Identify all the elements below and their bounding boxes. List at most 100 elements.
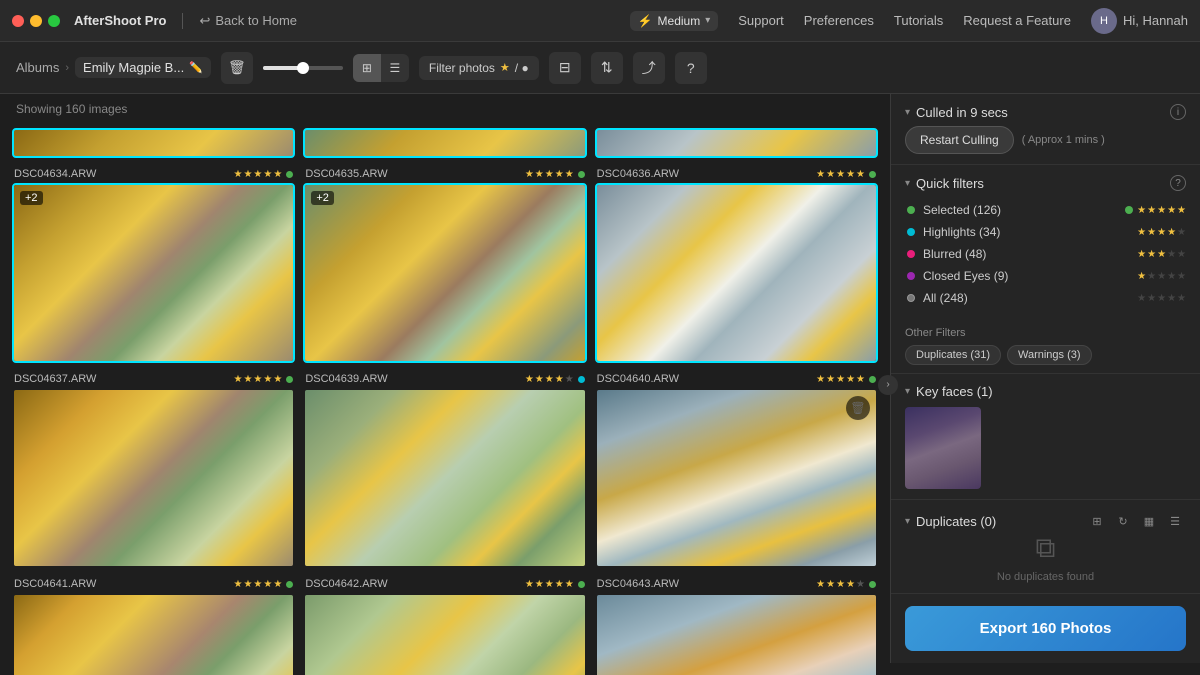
slider-thumb[interactable] [297,62,309,74]
quick-filters-header[interactable]: ▾ Quick filters ? [905,175,1186,191]
culled-section: ▾ Culled in 9 secs i Restart Culling ( A… [891,94,1200,165]
list-view-button[interactable]: ☰ [381,54,409,82]
duplicates-header[interactable]: ▾ Duplicates (0) ⊞ ↻ ▦ ☰ [905,510,1186,532]
photo-thumb-1[interactable]: +2 [12,183,295,363]
filter-blurred[interactable]: Blurred (48) ★★★★★ [905,243,1186,265]
photo-thumb-2[interactable]: +2 [303,183,586,363]
culled-header[interactable]: ▾ Culled in 9 secs i [905,104,1186,120]
photo-grid-container[interactable]: Showing 160 images DSC04634.ARW ★★★★★ [0,94,890,675]
restart-culling-button[interactable]: Restart Culling [905,126,1014,154]
support-link[interactable]: Support [738,13,784,28]
all-dot [907,294,915,302]
close-button[interactable] [12,15,24,27]
breadcrumb: Albums › Emily Magpie B... ✏️ [16,57,211,78]
filename-5: DSC04639.ARW [305,373,387,385]
back-button[interactable]: ↩ Back to Home [199,13,297,29]
panel-collapse-button[interactable]: › [878,375,898,395]
photo-thumb-4[interactable] [12,388,295,568]
album-name[interactable]: Emily Magpie B... ✏️ [75,57,211,78]
export-button[interactable]: Export 160 Photos [905,606,1186,651]
qf-chevron-icon: ▾ [905,178,910,189]
edit-icon[interactable]: ✏️ [189,61,203,74]
preferences-link[interactable]: Preferences [804,13,874,28]
list-item[interactable]: DSC04640.ARW ★★★★★ 🗑 [591,367,882,572]
photo-image-2: +2 [305,185,584,361]
dup-columns-icon[interactable]: ☰ [1164,510,1186,532]
duplicates-chevron-icon: ▾ [905,516,910,527]
culled-chevron-icon: ▾ [905,107,910,118]
selected-stars: ★★★★★ [1137,205,1186,216]
duplicates-title: Duplicates (0) [916,514,1080,529]
filter-selected[interactable]: Selected (126) ★★★★★ [905,199,1186,221]
filter-closed-eyes[interactable]: Closed Eyes (9) ★★★★★ [905,265,1186,287]
lightning-icon: ⚡ [638,14,653,28]
grid-view-button[interactable]: ⊞ [353,54,381,82]
filter-all[interactable]: All (248) ★★★★★ [905,287,1186,309]
dup-grid-icon[interactable]: ⊞ [1086,510,1108,532]
list-item[interactable]: DSC04642.ARW ★★★★★ [299,572,590,675]
quick-filters-help-icon[interactable]: ? [1170,175,1186,191]
photo-strip-2[interactable] [299,124,590,162]
list-item[interactable]: DSC04639.ARW ★★★★★ [299,367,590,572]
sort-button[interactable]: ⇅ [591,52,623,84]
request-feature-link[interactable]: Request a Feature [963,13,1071,28]
list-item[interactable]: DSC04643.ARW ★★★★★ [591,572,882,675]
face-thumbnail[interactable] [905,407,981,489]
list-item[interactable]: DSC04637.ARW ★★★★★ [8,367,299,572]
list-item[interactable]: DSC04641.ARW ★★★★★ [8,572,299,675]
list-item[interactable]: DSC04634.ARW ★★★★★ +2 [8,162,299,367]
traffic-lights [12,15,60,27]
blurred-stars: ★★★★★ [1137,249,1186,260]
duplicates-icons: ⊞ ↻ ▦ ☰ [1086,510,1186,532]
filename-8: DSC04642.ARW [305,578,387,590]
dup-placeholder-text: No duplicates found [997,571,1094,583]
photo-thumb-3[interactable] [595,183,878,363]
share-button[interactable]: ⤴ [633,52,665,84]
culled-title: Culled in 9 secs [916,105,1164,120]
other-filters-title: Other Filters [905,327,1186,339]
selection-dot-3 [869,171,876,178]
photo-strip-1[interactable] [8,124,299,162]
app-name: AfterShoot Pro [74,13,166,28]
duplicates-empty-state: ⧉ No duplicates found [905,532,1186,583]
titlebar: AfterShoot Pro ↩ Back to Home ⚡ Medium ▾… [0,0,1200,42]
help-button[interactable]: ? [675,52,707,84]
tutorials-link[interactable]: Tutorials [894,13,943,28]
photo-thumb-8[interactable] [303,593,586,675]
dup-list-icon[interactable]: ▦ [1138,510,1160,532]
photo-header-1: DSC04634.ARW ★★★★★ [12,166,295,183]
photo-thumb-5[interactable] [303,388,586,568]
filename-2: DSC04635.ARW [305,168,387,180]
photo-thumb-6[interactable]: 🗑 [595,388,878,568]
culled-info-icon[interactable]: i [1170,104,1186,120]
warnings-filter-tag[interactable]: Warnings (3) [1007,345,1092,365]
albums-breadcrumb[interactable]: Albums [16,60,59,75]
list-item[interactable]: DSC04635.ARW ★★★★★ +2 [299,162,590,367]
filter-photos-button[interactable]: Filter photos ★ / ● [419,56,539,80]
fullscreen-button[interactable] [48,15,60,27]
photo-image-9 [597,595,876,675]
photo-action-button-6[interactable]: 🗑 [846,396,870,420]
dup-refresh-icon[interactable]: ↻ [1112,510,1134,532]
filter-highlights[interactable]: Highlights (34) ★★★★★ [905,221,1186,243]
duplicates-filter-tag[interactable]: Duplicates (31) [905,345,1001,365]
back-label: Back to Home [215,13,297,28]
photo-header-7: DSC04641.ARW ★★★★★ [12,576,295,593]
selected-label: Selected (126) [923,203,1121,217]
photo-header-6: DSC04640.ARW ★★★★★ [595,371,878,388]
delete-button[interactable]: 🗑 [221,52,253,84]
approx-label: ( Approx 1 mins ) [1022,134,1105,146]
stars-8: ★★★★★ [525,579,585,590]
minimize-button[interactable] [30,15,42,27]
photo-thumb-9[interactable] [595,593,878,675]
filter-options-button[interactable]: ⊟ [549,52,581,84]
quality-selector[interactable]: ⚡ Medium ▾ [630,11,719,31]
photo-strip-3[interactable] [591,124,882,162]
key-faces-header[interactable]: ▾ Key faces (1) [905,384,1186,399]
stars-5: ★★★★★ [525,374,585,385]
photo-header-9: DSC04643.ARW ★★★★★ [595,576,878,593]
all-label: All (248) [923,291,1137,305]
photo-thumb-7[interactable] [12,593,295,675]
list-item[interactable]: DSC04636.ARW ★★★★★ [591,162,882,367]
zoom-slider[interactable] [263,66,343,70]
